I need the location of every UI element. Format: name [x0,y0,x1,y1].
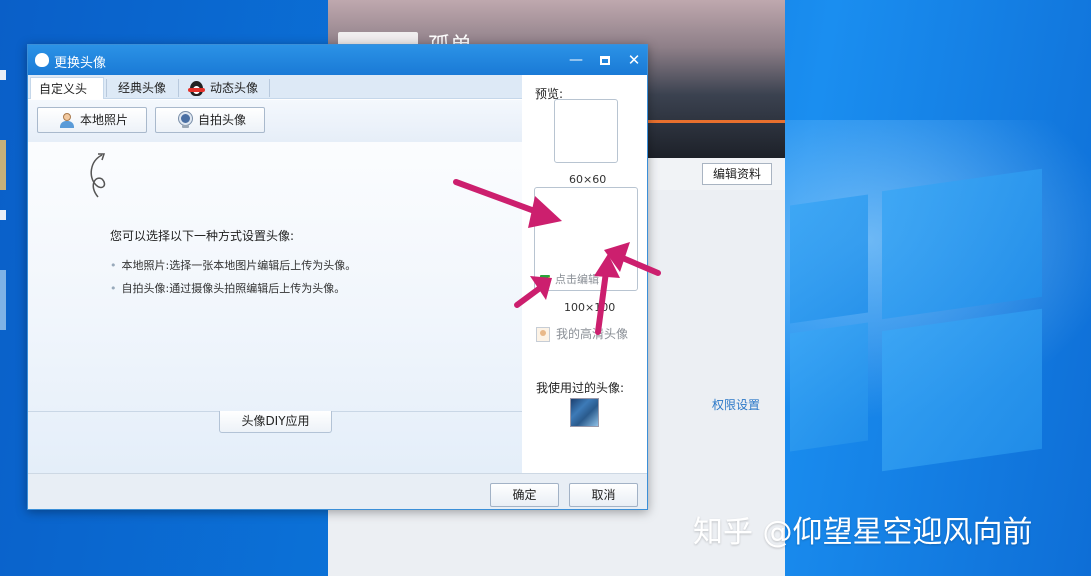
tab-classic-avatar[interactable]: 经典头像 [110,77,176,99]
used-avatars-label: 我使用过的头像: [536,381,625,395]
profile-accent-bar [648,120,785,123]
selfie-button[interactable]: 自拍头像 [155,107,265,133]
hd-avatar-label: 我的高清头像 [556,327,629,341]
edit-profile-button[interactable]: 编辑资料 [702,163,772,185]
instruction-selfie: 自拍头像:通过摄像头拍照编辑后上传为头像。 [110,280,346,296]
pencil-icon [540,275,550,285]
cancel-button[interactable]: 取消 [569,483,638,507]
local-photo-button[interactable]: 本地照片 [37,107,147,133]
source-toolbar: 本地照片 自拍头像 [28,100,522,142]
qq-logo-icon [35,53,49,67]
dialog-footer: 确定 取消 [28,473,647,509]
permissions-link[interactable]: 权限设置 [712,396,760,413]
desktop-icons-strip [0,0,8,576]
avatar-diy-button[interactable]: 头像DIY应用 [219,411,332,433]
webcam-icon [178,112,193,128]
zhihu-watermark: 知乎 @仰望星空迎风向前 [693,515,1033,550]
selfie-label: 自拍头像 [198,113,247,127]
hd-avatar-icon [536,327,550,342]
click-edit-label: 点击编辑 [555,273,599,286]
used-avatar-thumbnail[interactable] [570,398,599,427]
close-button[interactable]: ✕ [623,50,645,70]
local-photo-label: 本地照片 [80,113,129,127]
dialog-title: 更换头像 [54,56,107,71]
click-edit-link[interactable]: 点击编辑 [540,271,599,287]
avatar-source-pane: 自定义头像 经典头像 动态头像 本地照片 自拍头像 [28,75,522,473]
dialog-titlebar[interactable]: 更换头像 — ✕ [28,45,647,75]
maximize-icon [600,55,610,65]
preview-large-size: 100×100 [564,301,616,314]
instruction-local-photo: 本地照片:选择一张本地图片编辑后上传为头像。 [110,257,357,273]
hd-avatar-link[interactable]: 我的高清头像 [536,325,628,342]
user-photo-icon [60,113,74,128]
tab-custom-avatar[interactable]: 自定义头像 [30,77,104,118]
preview-small [554,99,618,163]
curl-arrow-icon [90,153,106,198]
tab-bar: 自定义头像 经典头像 动态头像 [28,75,522,118]
minimize-button[interactable]: — [565,50,587,70]
change-avatar-dialog: 更换头像 — ✕ 自定义头像 经典头像 动态头像 本地照片 自拍头像 [27,44,648,510]
preview-small-size: 60×60 [569,173,607,186]
instructions-title: 您可以选择以下一种方式设置头像: [110,229,295,243]
ok-button[interactable]: 确定 [490,483,559,507]
tab-animated-avatar[interactable]: 动态头像 [182,77,268,99]
maximize-button[interactable] [594,50,616,70]
windows-logo [790,168,1090,472]
tab-animated-label: 动态头像 [210,81,259,95]
preview-pane: 预览: 60×60 点击编辑 100×100 我的高清头像 我使用过的头像: [522,75,647,473]
